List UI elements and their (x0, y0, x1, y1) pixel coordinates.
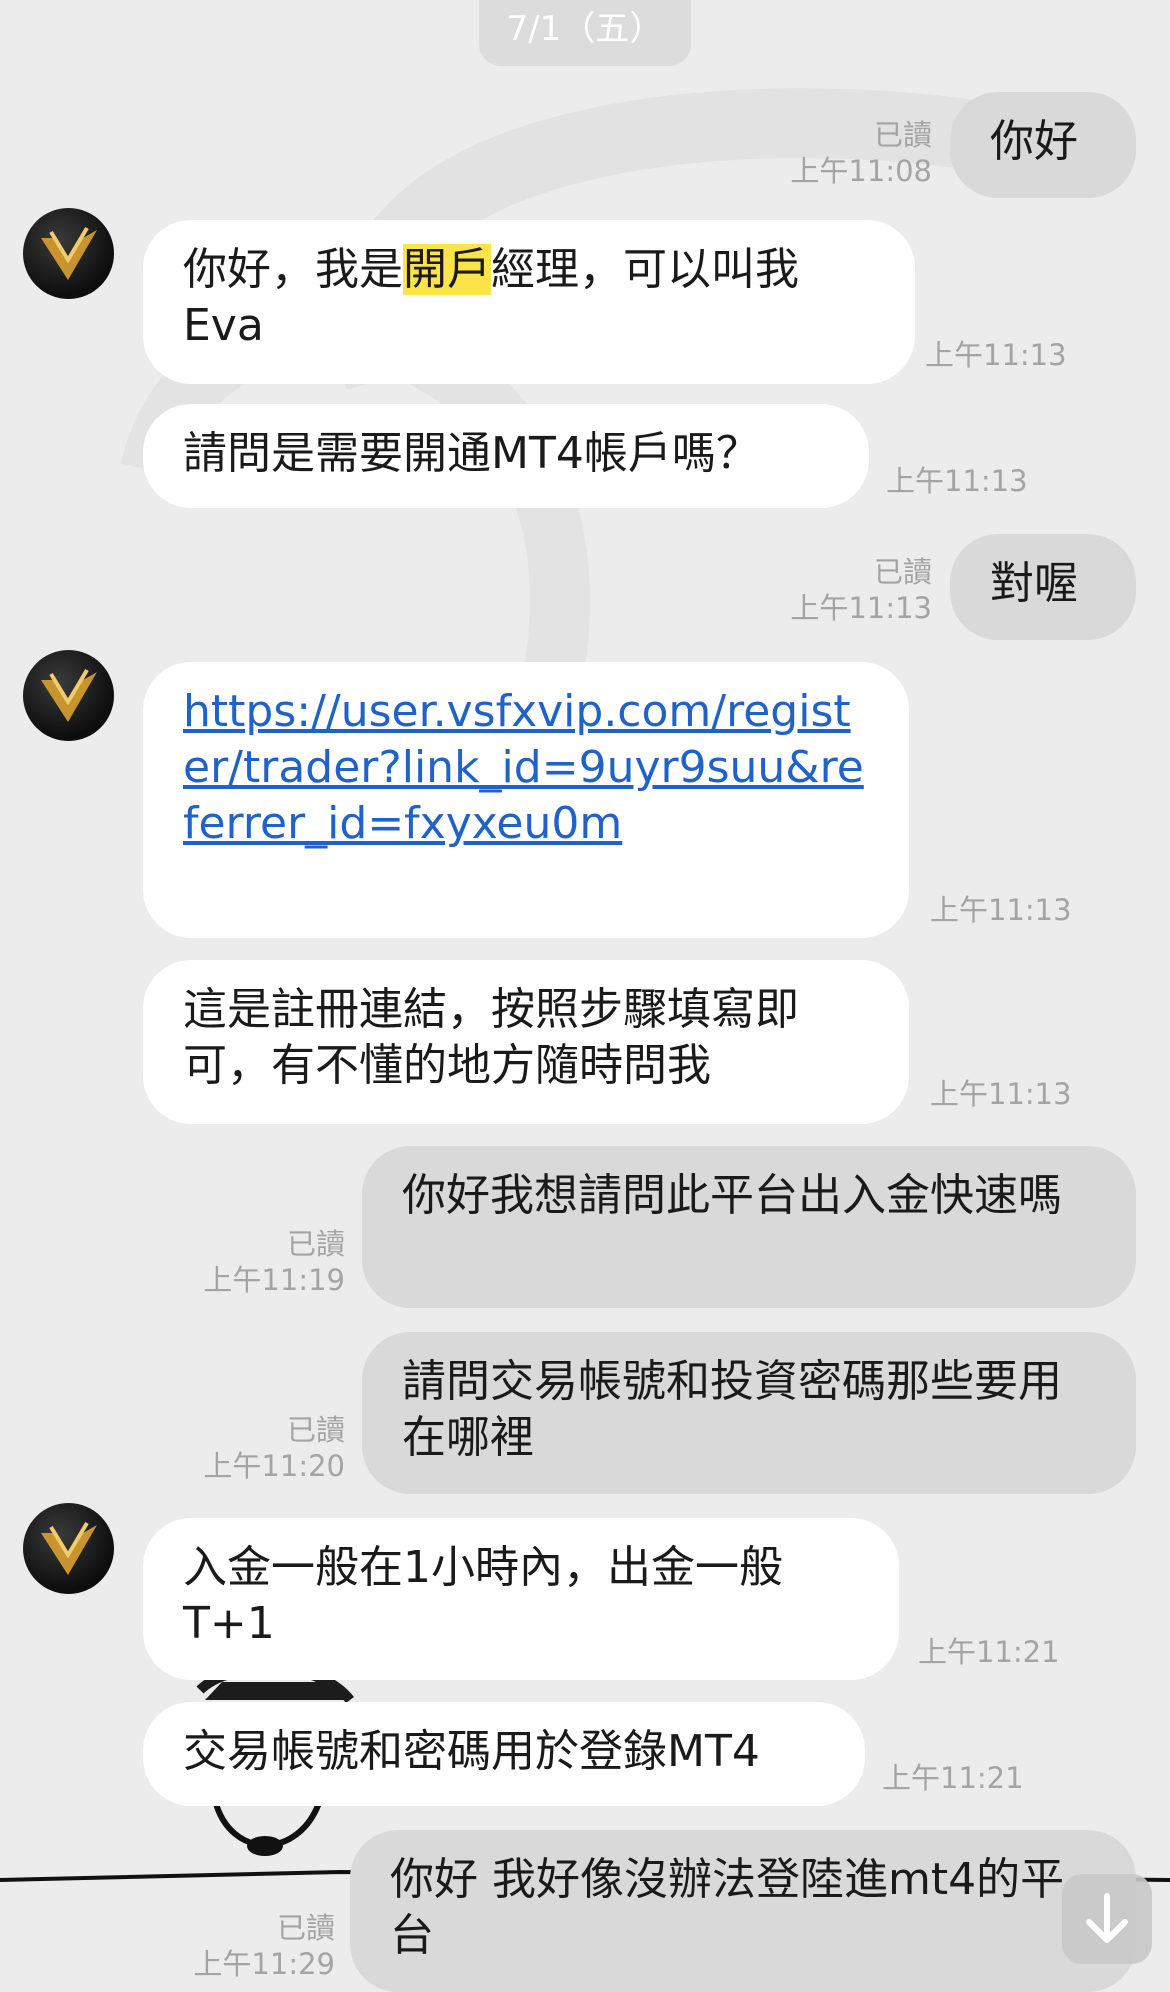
message-time: 上午11:13 (886, 464, 1028, 498)
message-time: 上午11:21 (882, 1761, 1024, 1795)
contact-avatar[interactable] (23, 1503, 114, 1594)
read-receipt: 已讀 (873, 118, 932, 152)
gold-v-logo-icon (41, 668, 97, 722)
message-bubble-outgoing[interactable]: 你好我想請問此平台出入金快速嗎 (362, 1146, 1136, 1308)
read-receipt: 已讀 (873, 555, 932, 589)
message-bubble-outgoing[interactable]: 你好 我好像沒辦法登陸進mt4的平台 (350, 1830, 1136, 1992)
message-meta: 已讀 上午11:20 (180, 1412, 345, 1484)
message-meta: 已讀 上午11:13 (760, 554, 932, 626)
message-time: 上午11:13 (930, 1077, 1072, 1111)
message-meta: 已讀 上午11:29 (170, 1910, 335, 1982)
read-receipt: 已讀 (276, 1911, 335, 1945)
message-meta: 已讀 上午11:19 (180, 1226, 345, 1298)
message-bubble-incoming[interactable]: 你好，我是開戶經理，可以叫我Eva (143, 220, 915, 384)
message-time: 上午11:13 (930, 893, 1072, 927)
message-time: 上午11:20 (203, 1449, 345, 1483)
message-bubble-incoming[interactable]: 入金一般在1小時內，出金一般T+1 (143, 1518, 899, 1680)
message-bubble-incoming[interactable]: 這是註冊連結，按照步驟填寫即可，有不懂的地方隨時問我 (143, 960, 909, 1124)
message-bubble-incoming[interactable]: 請問是需要開通MT4帳戶嗎？ (143, 404, 869, 508)
message-bubble-outgoing[interactable]: 請問交易帳號和投資密碼那些要用在哪裡 (362, 1332, 1136, 1494)
date-separator: 7/1（五） (479, 0, 691, 66)
read-receipt: 已讀 (286, 1227, 345, 1261)
message-bubble-outgoing[interactable]: 你好 (950, 92, 1136, 198)
scroll-to-bottom-button[interactable] (1062, 1874, 1152, 1964)
message-bubble-incoming[interactable]: 交易帳號和密碼用於登錄MT4 (143, 1702, 865, 1806)
message-time: 上午11:08 (790, 154, 932, 188)
message-bubble-outgoing[interactable]: 對喔 (950, 534, 1136, 640)
arrow-down-icon (1086, 1893, 1128, 1943)
message-time: 上午11:13 (790, 591, 932, 625)
message-time: 上午11:13 (925, 338, 1067, 372)
message-time: 上午11:19 (203, 1263, 345, 1297)
message-meta: 已讀 上午11:08 (760, 117, 932, 189)
contact-avatar[interactable] (23, 208, 114, 299)
gold-v-logo-icon (41, 226, 97, 280)
gold-v-logo-icon (41, 1521, 97, 1575)
message-bubble-incoming: https://user.vsfxvip.com/register/trader… (143, 662, 909, 938)
read-receipt: 已讀 (286, 1413, 345, 1447)
highlighted-keyword: 開戶 (403, 244, 491, 295)
message-time: 上午11:21 (918, 1635, 1060, 1669)
contact-avatar[interactable] (23, 650, 114, 741)
registration-link[interactable]: https://user.vsfxvip.com/register/trader… (183, 686, 864, 849)
message-time: 上午11:29 (193, 1947, 335, 1981)
